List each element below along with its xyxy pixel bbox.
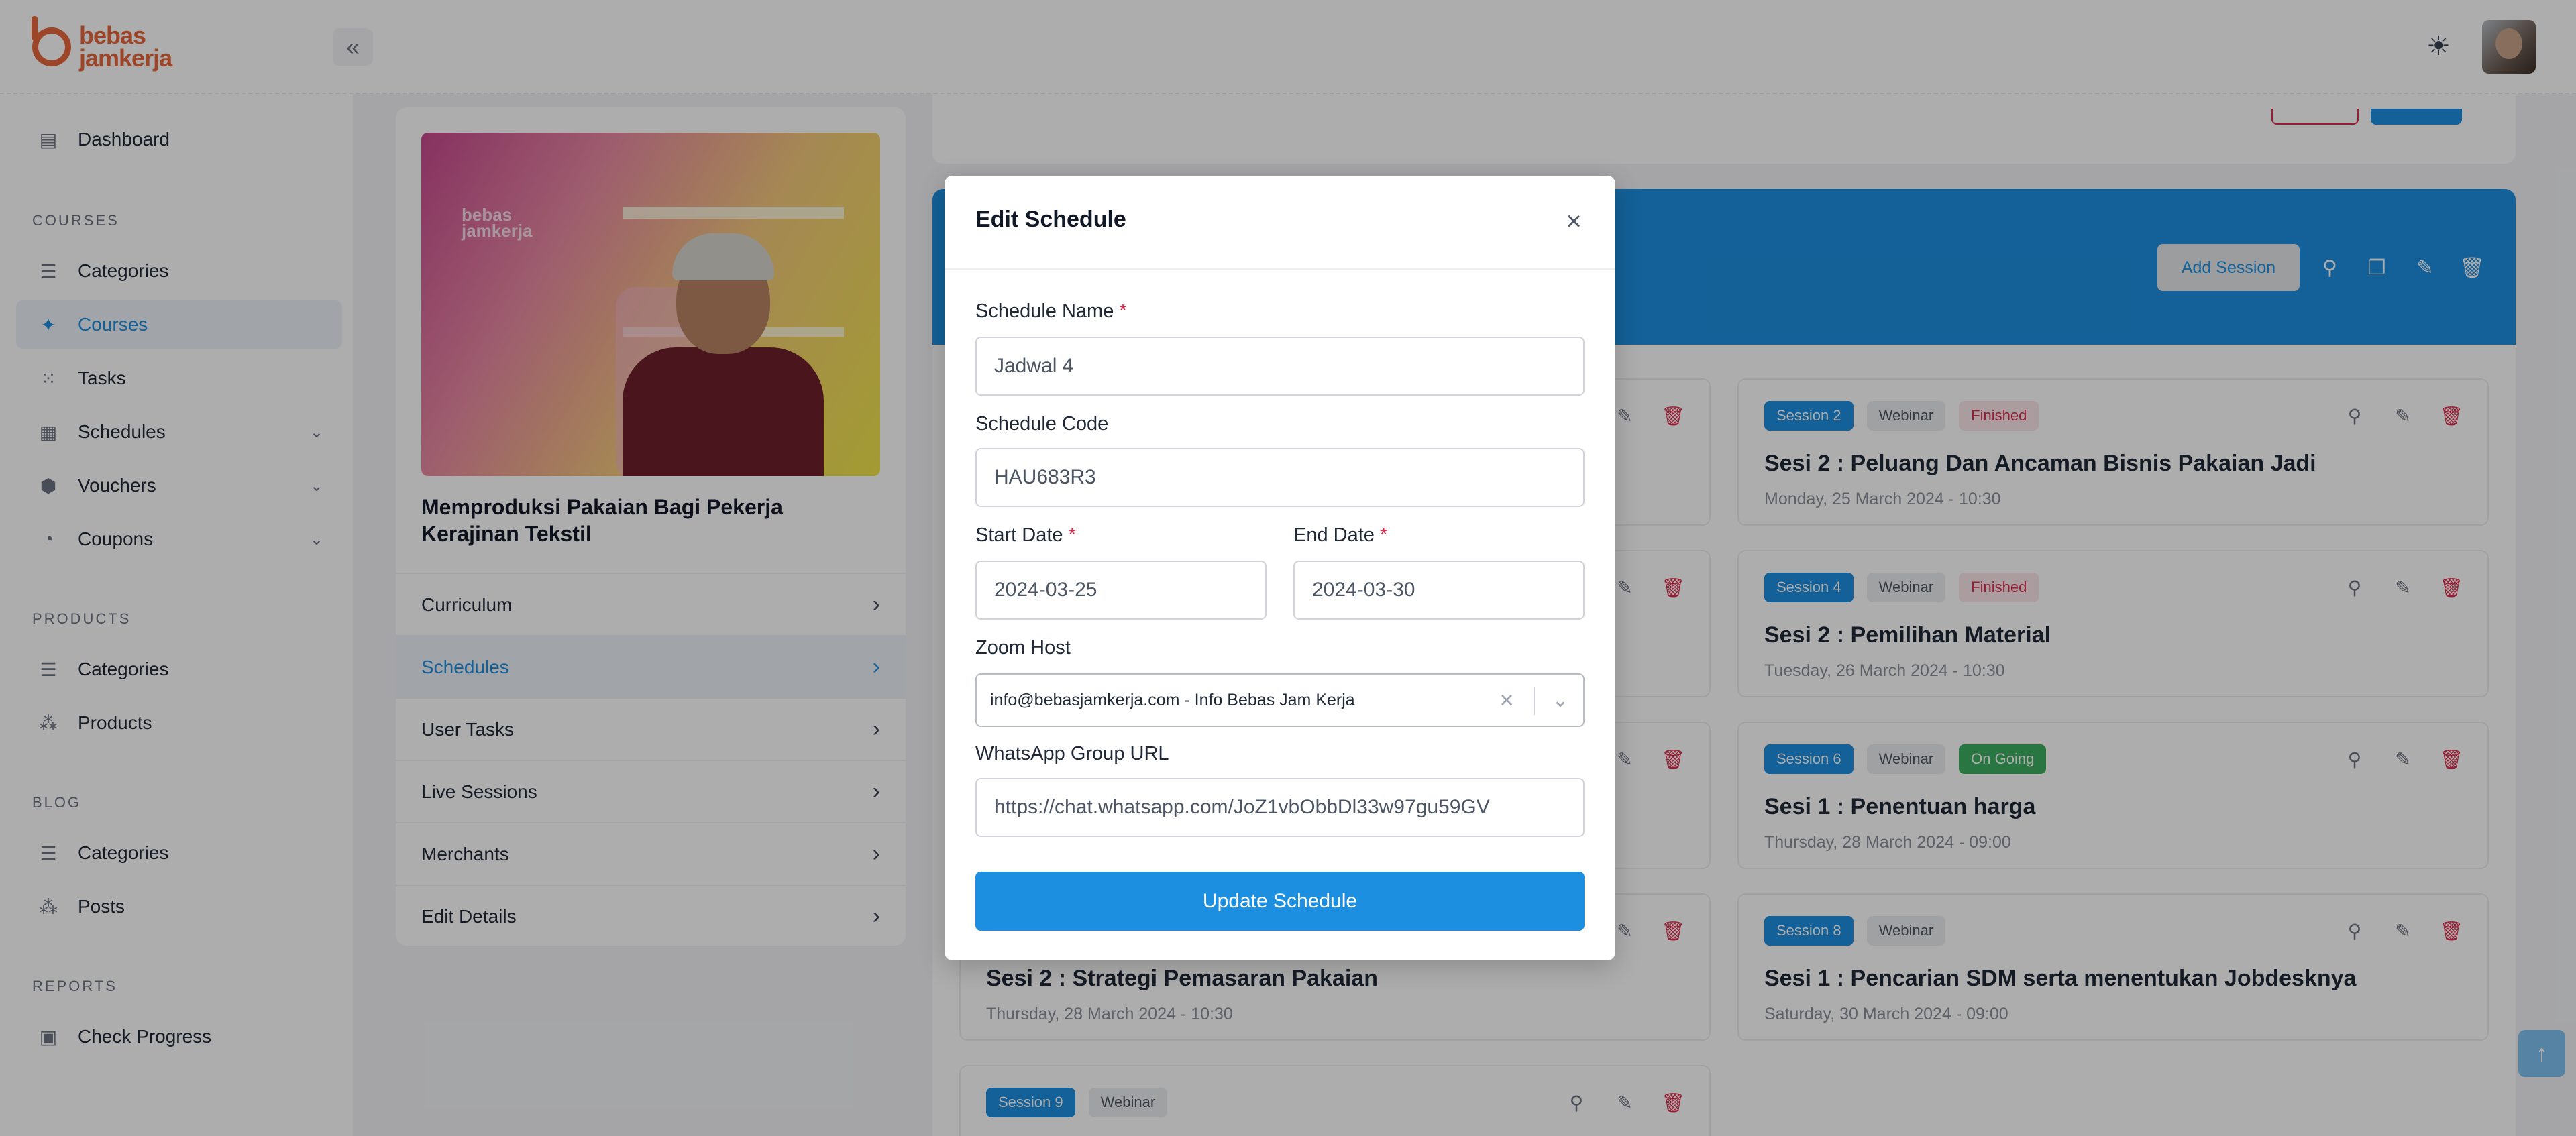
modal-title: Edit Schedule [975,207,1126,232]
schedule-name-label: Schedule Name * [975,300,1127,323]
schedule-code-input[interactable]: HAU683R3 [975,448,1585,507]
start-date-input[interactable]: 2024-03-25 [975,561,1267,620]
end-date-input[interactable]: 2024-03-30 [1293,561,1585,620]
required-mark: * [1068,524,1076,546]
close-icon[interactable]: × [1559,207,1589,236]
schedule-code-label: Schedule Code [975,413,1109,435]
end-date-label: End Date * [1293,524,1387,547]
select-separator [1534,687,1535,715]
zoom-host-value: info@bebasjamkerja.com - Info Bebas Jam … [990,691,1355,709]
required-mark: * [1119,300,1127,322]
clear-icon[interactable]: × [1493,686,1520,714]
label-text: End Date [1293,524,1375,546]
required-mark: * [1379,524,1388,546]
modal-header: Edit Schedule × [945,176,1615,270]
label-text: Start Date [975,524,1063,546]
schedule-name-input[interactable]: Jadwal 4 [975,337,1585,396]
label-text: Schedule Name [975,300,1114,322]
start-date-label: Start Date * [975,524,1076,547]
whatsapp-url-input[interactable]: https://chat.whatsapp.com/JoZ1vbObbDl33w… [975,778,1585,837]
chevron-down-icon[interactable]: ⌄ [1546,687,1575,714]
update-schedule-button[interactable]: Update Schedule [975,872,1585,931]
zoom-host-label: Zoom Host [975,637,1071,659]
zoom-host-select[interactable]: info@bebasjamkerja.com - Info Bebas Jam … [975,673,1585,727]
whatsapp-url-label: WhatsApp Group URL [975,743,1169,764]
edit-schedule-modal: Edit Schedule × Schedule Name * Jadwal 4… [945,176,1615,960]
